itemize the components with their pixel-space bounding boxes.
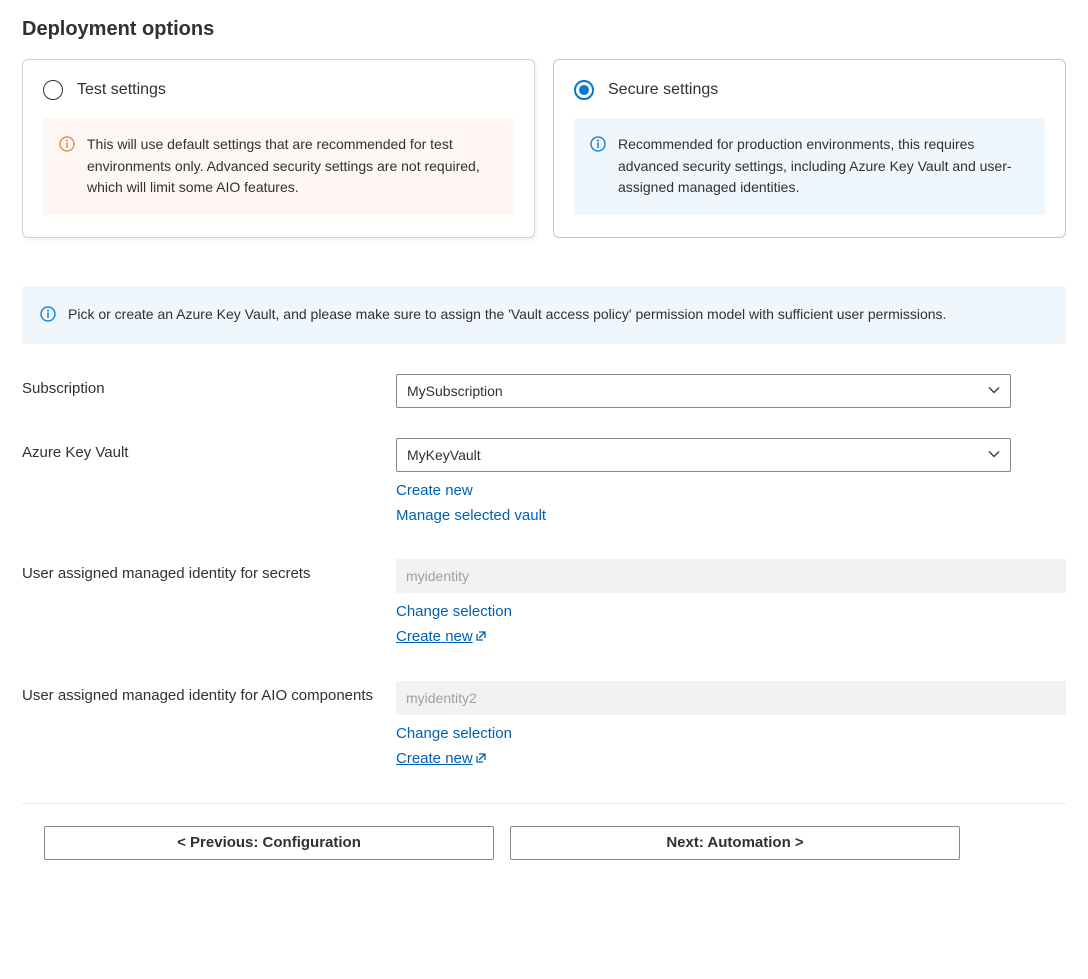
label-keyvault: Azure Key Vault [22,438,396,461]
row-keyvault: Azure Key Vault MyKeyVault Create new Ma… [22,438,1066,529]
info-box-secure: Recommended for production environments,… [574,118,1045,215]
link-create-identity-aio[interactable]: Create new [396,746,487,773]
info-box-test: This will use default settings that are … [43,118,514,215]
option-secure-settings[interactable]: Secure settings Recommended for producti… [553,59,1066,238]
link-text: Create new [396,750,473,767]
label-identity-secrets: User assigned managed identity for secre… [22,559,396,582]
option-title: Secure settings [608,81,718,99]
dropdown-value: MySubscription [407,383,503,399]
next-button[interactable]: Next: Automation > [510,826,960,860]
chevron-down-icon [988,383,1000,399]
field-value: myidentity [406,568,469,584]
external-link-icon [475,751,487,768]
link-create-identity-secrets[interactable]: Create new [396,624,487,651]
external-link-icon [475,629,487,646]
divider [22,803,1066,804]
info-text: This will use default settings that are … [87,134,498,199]
label-identity-aio: User assigned managed identity for AIO c… [22,681,396,704]
link-change-identity-aio[interactable]: Change selection [396,721,512,747]
dropdown-value: MyKeyVault [407,447,481,463]
info-icon [590,136,606,152]
row-identity-secrets: User assigned managed identity for secre… [22,559,1066,651]
row-identity-aio: User assigned managed identity for AIO c… [22,681,1066,773]
row-subscription: Subscription MySubscription [22,374,1066,408]
link-change-identity-secrets[interactable]: Change selection [396,599,512,625]
keyvault-banner: Pick or create an Azure Key Vault, and p… [22,286,1066,344]
info-icon [40,306,56,322]
previous-button[interactable]: < Previous: Configuration [44,826,494,860]
subscription-dropdown[interactable]: MySubscription [396,374,1011,408]
identity-aio-field: myidentity2 [396,681,1066,715]
link-text: Create new [396,628,473,645]
option-test-settings[interactable]: Test settings This will use default sett… [22,59,535,238]
link-create-keyvault[interactable]: Create new [396,478,473,504]
info-text: Recommended for production environments,… [618,134,1029,199]
info-icon [59,136,75,152]
field-value: myidentity2 [406,690,477,706]
option-title: Test settings [77,81,166,99]
deployment-options-row: Test settings This will use default sett… [22,59,1066,238]
banner-text: Pick or create an Azure Key Vault, and p… [68,304,946,326]
radio-unchecked-icon[interactable] [43,80,63,100]
keyvault-dropdown[interactable]: MyKeyVault [396,438,1011,472]
radio-checked-icon[interactable] [574,80,594,100]
link-manage-keyvault[interactable]: Manage selected vault [396,503,546,529]
section-title: Deployment options [22,18,1066,41]
chevron-down-icon [988,447,1000,463]
identity-secrets-field: myidentity [396,559,1066,593]
wizard-nav: < Previous: Configuration Next: Automati… [22,826,1066,860]
label-subscription: Subscription [22,374,396,397]
